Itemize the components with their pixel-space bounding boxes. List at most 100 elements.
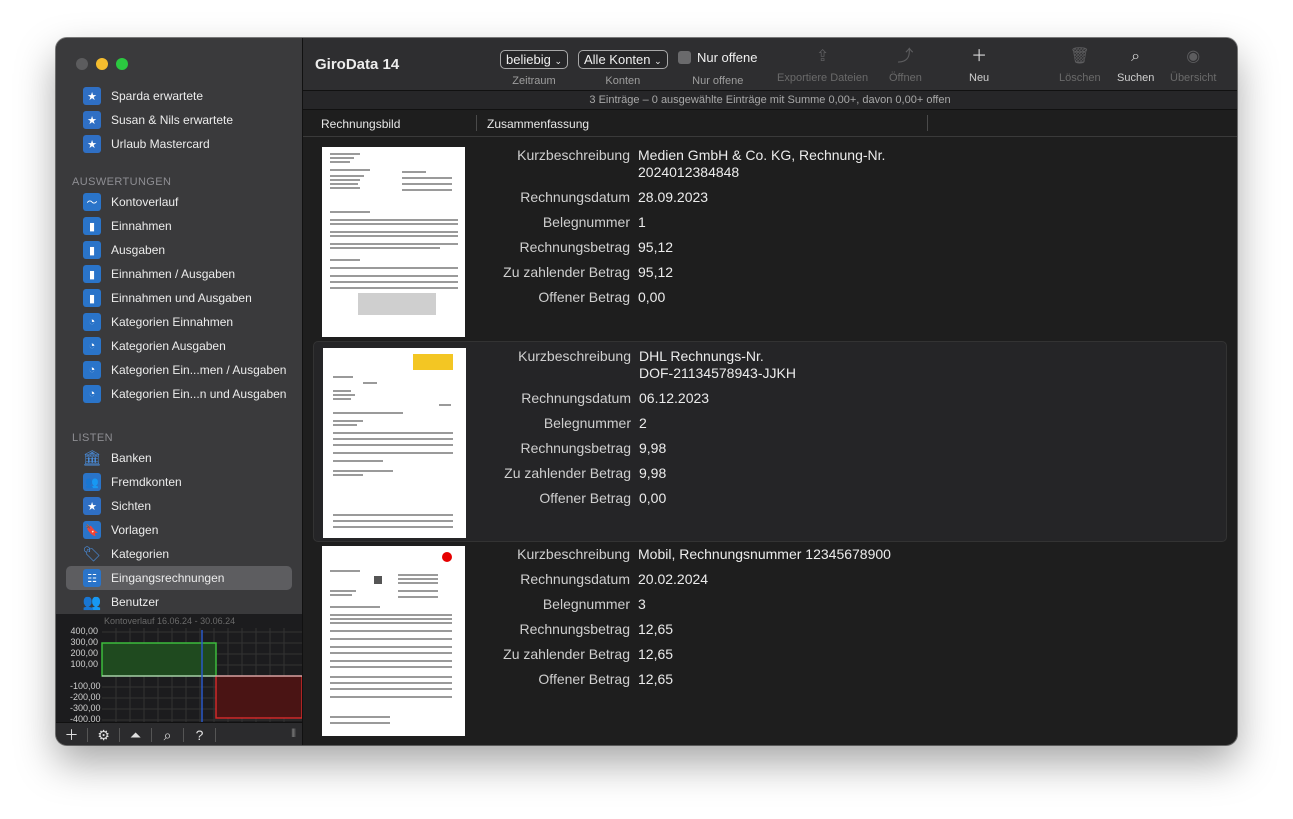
help-icon[interactable]: ? — [184, 727, 216, 742]
column-zusammenfassung[interactable]: Zusammenfassung — [487, 117, 589, 131]
kurz-line2: 2024012384848 — [638, 164, 740, 180]
window-controls — [76, 58, 128, 70]
sidebar-item-banken[interactable]: 🏛 Banken — [56, 446, 302, 470]
close-window-button[interactable] — [76, 58, 88, 70]
export-button[interactable]: ⇪ Exportiere Dateien — [777, 48, 868, 84]
sidebar-item-urlaub[interactable]: ★ Urlaub Mastercard — [56, 132, 302, 156]
sidebar-item-label: Banken — [111, 451, 152, 465]
gear-icon[interactable]: ⚙ — [88, 727, 120, 742]
field-label: Zu zahlender Betrag — [503, 264, 630, 280]
sidebar-item-ausgaben[interactable]: ▮ Ausgaben — [56, 238, 302, 262]
zeitraum-label: Zeitraum — [512, 75, 556, 87]
y-tick-label: -300,00 — [70, 703, 101, 713]
zeitraum-group: beliebig ⌄ Zeitraum — [500, 50, 568, 87]
field-value: 06.12.2023 — [639, 390, 710, 406]
sidebar-item-sparda[interactable]: ★ Sparda erwartete — [56, 84, 302, 108]
field-belegnummer: Belegnummer 1 — [463, 214, 938, 239]
field-label: Zu zahlender Betrag — [503, 646, 630, 662]
kurz-line1: Medien GmbH & Co. KG, Rechnung-Nr. — [638, 147, 886, 163]
sidebar-item-label: Einnahmen — [111, 219, 172, 233]
uebersicht-button[interactable]: ◉ Übersicht — [1170, 48, 1216, 84]
konten-label: Konten — [605, 75, 641, 87]
field-label: Rechnungsdatum — [520, 189, 630, 205]
invoice-row[interactable]: Kurzbeschreibung Medien GmbH & Co. KG, R… — [313, 137, 1225, 337]
sidebar-item-label: Susan & Nils erwartete — [111, 113, 234, 127]
checkbox-icon — [678, 51, 691, 64]
sidebar-item-label: Eingangsrechnungen — [111, 571, 225, 585]
field-zu-zahlender-betrag: Zu zahlender Betrag 95,12 — [463, 264, 938, 289]
sidebar-item-vorlagen[interactable]: 🔖 Vorlagen — [56, 518, 302, 542]
sidebar-item-label: Kategorien Ausgaben — [111, 339, 226, 353]
bar-chart-icon: ▮ — [83, 289, 101, 307]
invoice-row[interactable]: Kurzbeschreibung DHL Rechnungs-Nr. DOF-21… — [313, 341, 1227, 542]
section-header-listen: LISTEN — [72, 432, 113, 444]
konten-popup[interactable]: Alle Konten ⌄ — [578, 50, 668, 69]
field-zu-zahlender-betrag: Zu zahlender Betrag 12,65 — [463, 646, 958, 671]
invoice-thumbnail[interactable] — [322, 546, 465, 736]
y-tick-label: 200,00 — [70, 648, 98, 658]
sidebar-item-kategorien-ein-aus[interactable]: ◔ Kategorien Ein...men / Ausgaben — [56, 358, 302, 382]
bar-chart-icon: ▮ — [83, 217, 101, 235]
sidebar-item-label: Kategorien Ein...n und Ausgaben — [111, 387, 287, 401]
field-label: Belegnummer — [543, 415, 631, 431]
sidebar-item-label: Kategorien Einnahmen — [111, 315, 234, 329]
star-icon: ★ — [83, 135, 101, 153]
sidebar-item-label: Sichten — [111, 499, 152, 513]
field-label: Offener Betrag — [538, 671, 630, 687]
sidebar-item-label: Kategorien — [111, 547, 170, 561]
oeffnen-button[interactable]: ⤴ Öffnen — [889, 48, 922, 84]
sidebar-item-einnahmen[interactable]: ▮ Einnahmen — [56, 214, 302, 238]
column-rechnungsbild[interactable]: Rechnungsbild — [321, 117, 400, 131]
invoice-thumbnail[interactable] — [322, 147, 465, 337]
y-tick-label: 400,00 — [70, 626, 98, 636]
invoice-row[interactable]: Kurzbeschreibung Mobil, Rechnungsnummer … — [313, 536, 1225, 745]
kurz-line1: DHL Rechnungs-Nr. — [639, 348, 764, 364]
y-tick-label: -100,00 — [70, 681, 101, 691]
sidebar-item-kategorien-ein-und-aus[interactable]: ◔ Kategorien Ein...n und Ausgaben — [56, 382, 302, 406]
neu-button[interactable]: ＋ Neu — [969, 48, 989, 84]
pie-chart-icon: ◔ — [83, 313, 101, 331]
sidebar-item-kategorien-ausgaben[interactable]: ◔ Kategorien Ausgaben — [56, 334, 302, 358]
sidebar-item-einnahmen-ausgaben[interactable]: ▮ Einnahmen / Ausgaben — [56, 262, 302, 286]
konten-group: Alle Konten ⌄ Konten — [578, 50, 668, 87]
sidebar-item-kontoverlauf[interactable]: 〜 Kontoverlauf — [56, 190, 302, 214]
sidebar-item-benutzer[interactable]: 👥 Benutzer — [56, 590, 302, 614]
field-value: 95,12 — [638, 239, 674, 255]
column-separator[interactable] — [476, 115, 477, 131]
sidebar-item-sichten[interactable]: ★ Sichten — [56, 494, 302, 518]
invoice-thumbnail[interactable] — [323, 348, 466, 538]
sidebar-item-fremdkonten[interactable]: 👥 Fremdkonten — [56, 470, 302, 494]
sidebar-item-label: Kontoverlauf — [111, 195, 179, 209]
zoom-window-button[interactable] — [116, 58, 128, 70]
field-value: Mobil, Rechnungsnummer 12345678900 — [638, 546, 891, 562]
search-icon[interactable]: ⌕ — [152, 727, 184, 742]
konten-value: Alle Konten — [584, 52, 651, 67]
sidebar-item-kategorien[interactable]: 🏷 Kategorien — [56, 542, 302, 566]
sidebar-item-susan-nils[interactable]: ★ Susan & Nils erwartete — [56, 108, 302, 132]
suchen-button[interactable]: ⌕ Suchen — [1117, 48, 1154, 84]
tag-icon: 🏷 — [82, 546, 102, 563]
chevron-down-icon: ⌄ — [654, 56, 662, 66]
y-tick-label: 300,00 — [70, 637, 98, 647]
kurz-line2: DOF-21134578943-JJKH — [639, 365, 796, 381]
sidebar-item-einnahmen-und-ausgaben[interactable]: ▮ Einnahmen und Ausgaben — [56, 286, 302, 310]
nur-offene-checkbox[interactable]: Nur offene — [678, 50, 757, 65]
chart-toggle-icon[interactable]: ⏶ — [120, 727, 152, 742]
sidebar-item-eingangsrechnungen[interactable]: ☷ Eingangsrechnungen — [66, 566, 292, 590]
minimize-window-button[interactable] — [96, 58, 108, 70]
field-rechnungsbetrag: Rechnungsbetrag 12,65 — [463, 621, 958, 646]
section-header-auswertungen: AUSWERTUNGEN — [72, 176, 172, 188]
field-belegnummer: Belegnummer 3 — [463, 596, 958, 621]
invoice-icon: ☷ — [83, 569, 101, 587]
field-value: 3 — [638, 596, 646, 612]
add-icon[interactable]: ＋ — [56, 727, 88, 742]
sidebar-item-kategorien-einnahmen[interactable]: ◔ Kategorien Einnahmen — [56, 310, 302, 334]
sidebar-item-label: Sparda erwartete — [111, 89, 204, 103]
zeitraum-popup[interactable]: beliebig ⌄ — [500, 50, 568, 69]
column-separator[interactable] — [927, 115, 928, 131]
field-value: 0,00 — [639, 490, 667, 506]
export-label: Exportiere Dateien — [777, 72, 869, 84]
resize-handle-icon[interactable]: ⦀ — [291, 728, 296, 741]
field-label: Kurzbeschreibung — [518, 348, 631, 364]
loeschen-button[interactable]: 🗑 Löschen — [1059, 48, 1101, 84]
